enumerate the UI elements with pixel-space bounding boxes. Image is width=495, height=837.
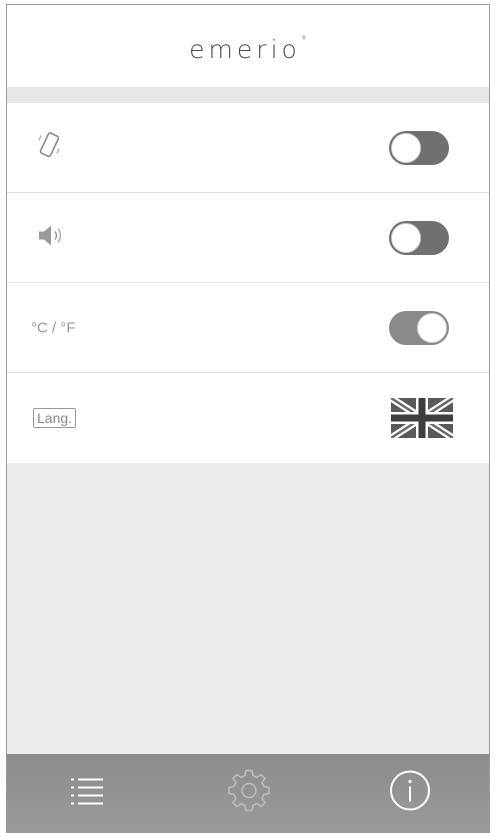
toggle-knob: [391, 132, 421, 163]
phone-vibrate-icon: [33, 129, 65, 166]
uk-flag-icon[interactable]: [389, 395, 455, 441]
logo-mark: ®: [300, 34, 307, 42]
app-header: emerio®: [7, 5, 489, 87]
brand-logo: emerio®: [189, 35, 307, 64]
toggle-knob: [391, 222, 421, 253]
speaker-icon: [33, 222, 67, 253]
setting-row-unit: °C / °F: [7, 283, 489, 373]
unit-toggle[interactable]: [389, 310, 449, 345]
sound-toggle[interactable]: [389, 220, 449, 255]
temperature-unit-label: °C / °F: [31, 319, 76, 336]
gear-icon[interactable]: [227, 769, 271, 818]
info-icon[interactable]: [388, 769, 432, 818]
toggle-knob: [417, 312, 447, 343]
vibration-toggle[interactable]: [389, 130, 449, 165]
bottom-nav: [7, 754, 489, 832]
app-screen: emerio® °C / °F Lang.: [6, 4, 490, 833]
setting-row-vibration: [7, 103, 489, 193]
logo-text: emerio: [189, 34, 301, 64]
list-icon[interactable]: [69, 776, 105, 811]
language-label: Lang.: [33, 408, 77, 428]
settings-list: °C / °F Lang.: [7, 103, 489, 463]
header-divider: [7, 87, 489, 103]
setting-row-sound: [7, 193, 489, 283]
setting-row-language: Lang.: [7, 373, 489, 463]
